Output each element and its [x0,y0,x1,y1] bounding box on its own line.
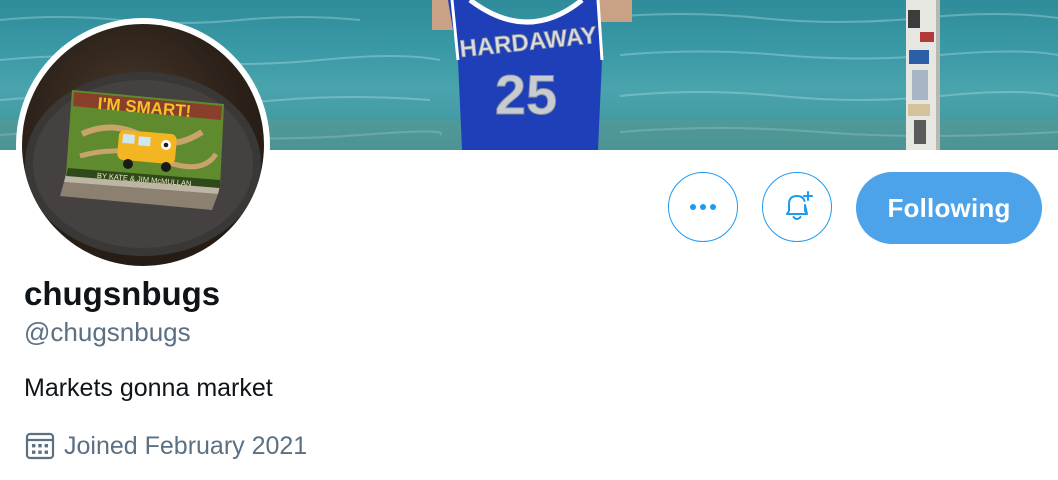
bell-plus-icon [786,191,813,220]
more-options-button[interactable] [668,172,738,242]
user-handle: @chugsnbugs [24,317,191,347]
jersey-number: 25 [495,63,557,126]
join-date: Joined February 2021 [24,428,307,464]
following-button[interactable]: Following [856,172,1042,244]
user-bio: Markets gonna market [24,374,273,402]
avatar-photo: I'M SMART! BY KATE & JIM McMULLAN [22,24,264,266]
join-date-text: Joined February 2021 [64,432,308,460]
more-horizontal-icon [690,204,716,210]
profile-page: HARDAWAY 25 I'M SMART! BY KATE & JIM McM… [0,0,1058,480]
notifications-button[interactable] [762,172,832,242]
display-name: chugsnbugs [24,275,221,312]
profile-avatar[interactable]: I'M SMART! BY KATE & JIM McMULLAN [16,18,270,272]
calendar-icon [24,430,56,462]
